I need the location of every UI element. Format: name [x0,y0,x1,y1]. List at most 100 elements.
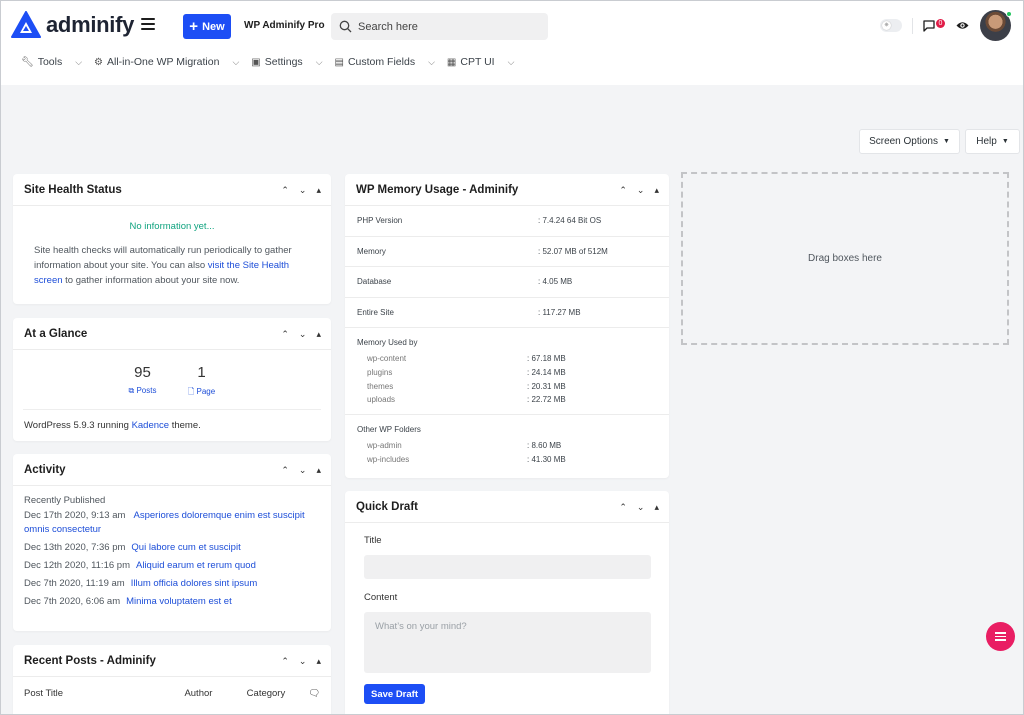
memory-row-label: Entire Site [357,307,394,317]
search-input[interactable] [358,20,538,33]
menu-item-label: CPT UI [460,56,495,68]
collapse-icon[interactable]: ▴ [316,329,321,340]
move-down-icon[interactable]: ⌄ [299,185,307,196]
screen-options-label: Screen Options [869,136,938,147]
activity-post-link[interactable]: Qui labore cum et suscipit [131,541,240,555]
hamburger-menu-icon[interactable] [141,18,155,30]
screen-options-button[interactable]: Screen Options ▼ [859,129,960,154]
draft-title-input[interactable] [364,555,651,579]
activity-post-link[interactable]: Illum officia dolores sint ipsum [131,577,258,591]
cpt-icon: ▦ [446,56,457,68]
widget-header[interactable]: Quick Draft ⌃ ⌄ ▴ [345,491,669,523]
divider [912,18,913,34]
new-button[interactable]: + New [183,14,231,39]
content-label: Content [364,592,398,603]
activity-post-link[interactable]: Aliquid earum et rerum quod [136,559,256,573]
user-avatar[interactable] [980,10,1012,41]
posts-link[interactable]: ⧉ Posts [120,386,165,396]
app-window: adminify + New WP Adminify Pro ✷ 0 🔧︎ To… [0,0,1024,715]
memory-row-value: : 4.05 MB [538,277,573,287]
menu-item-cpt-ui[interactable]: ▦ CPT UI ⌵ [447,56,515,68]
theme-link[interactable]: Kadence [132,420,170,431]
memory-row-label: PHP Version [357,216,403,226]
chevron-down-icon: ⌵ [75,56,83,67]
caret-down-icon: ▼ [943,138,950,145]
floating-menu-button[interactable] [986,622,1015,651]
activity-post-link[interactable]: Minima voluptatem est et [126,595,232,609]
widget-header[interactable]: At a Glance ⌃ ⌄ ▴ [13,318,331,350]
memory-sub-row: wp-includes: 41.30 MB [357,452,657,466]
widget-header[interactable]: Recent Posts - Adminify ⌃ ⌄ ▴ [13,645,331,677]
move-up-icon[interactable]: ⌃ [619,185,627,196]
move-down-icon[interactable]: ⌄ [637,185,645,196]
chevron-down-icon: ⌵ [232,56,240,67]
wrench-icon: 🔧︎ [21,56,34,68]
search-box[interactable] [331,13,548,40]
column-header-post-title[interactable]: Post Title [24,688,184,699]
move-down-icon[interactable]: ⌄ [299,465,307,476]
theme-suffix-text: theme. [169,420,201,431]
table-header-row: Post Title Author Category 🗨︎ [13,677,331,709]
dark-mode-toggle[interactable]: ✷ [880,19,902,32]
collapse-icon[interactable]: ▴ [316,656,321,667]
widget-header[interactable]: Site Health Status ⌃ ⌄ ▴ [13,174,331,206]
wordpress-version-text: WordPress 5.9.3 running Kadence theme. [13,410,331,441]
admin-menubar: 🔧︎ Tools ⌵ ⚙ All-in-One WP Migration ⌵ ▣… [21,56,526,68]
column-header-author[interactable]: Author [184,688,246,699]
memory-sub-label: uploads [367,395,396,405]
menu-item-tools[interactable]: 🔧︎ Tools ⌵ [21,56,82,68]
comments-button[interactable]: 0 [923,19,945,33]
site-health-widget: Site Health Status ⌃ ⌄ ▴ No information ye… [13,174,331,304]
recently-published-label: Recently Published [24,495,106,506]
move-down-icon[interactable]: ⌄ [299,329,307,340]
widget-header[interactable]: WP Memory Usage - Adminify ⌃ ⌄ ▴ [345,174,669,206]
memory-row-label: Database [357,277,392,287]
activity-item: Dec 13th 2020, 7:36 pm Qui labore cum et… [24,541,320,555]
column-header-category[interactable]: Category [247,688,308,699]
menu-item-settings[interactable]: ▣ Settings ⌵ [251,56,322,68]
memory-sub-value: : 41.30 MB [527,454,566,464]
activity-date: Dec 7th 2020, 11:19 am [24,578,125,589]
move-up-icon[interactable]: ⌃ [281,465,289,476]
move-up-icon[interactable]: ⌃ [281,329,289,340]
widget-title: Recent Posts - Adminify [24,654,156,667]
menu-item-custom-fields[interactable]: ▤ Custom Fields ⌵ [335,56,435,68]
posts-stat[interactable]: 95 ⧉ Posts [120,364,165,400]
pages-label: Page [196,387,216,396]
top-bar: adminify + New WP Adminify Pro ✷ 0 🔧︎ To… [1,1,1023,85]
widget-header[interactable]: Activity ⌃ ⌄ ▴ [13,454,331,486]
pages-link[interactable]: 🗋︎ Page [179,386,224,400]
move-up-icon[interactable]: ⌃ [281,185,289,196]
logo-text: adminify [46,12,135,37]
plus-icon: + [189,18,199,35]
move-up-icon[interactable]: ⌃ [281,656,289,667]
draft-content-textarea[interactable] [364,612,651,673]
widget-title: At a Glance [24,327,88,340]
drag-boxes-drop-zone[interactable]: Drag boxes here [681,172,1009,345]
menu-item-all-in-one-wp-migration[interactable]: ⚙ All-in-One WP Migration ⌵ [94,56,239,68]
move-down-icon[interactable]: ⌄ [637,502,645,513]
activity-date: Dec 7th 2020, 6:06 am [24,596,121,607]
memory-sub-value: : 67.18 MB [527,354,566,364]
pages-stat[interactable]: 1 🗋︎ Page [179,364,224,400]
site-name-link[interactable]: WP Adminify Pro [244,20,325,31]
help-button[interactable]: Help ▼ [965,129,1020,154]
collapse-icon[interactable]: ▴ [654,502,659,513]
move-down-icon[interactable]: ⌄ [299,656,307,667]
eye-icon[interactable] [956,20,969,31]
memory-group-title: Other WP Folders [357,424,421,434]
posts-label: Posts [136,386,157,395]
collapse-icon[interactable]: ▴ [654,185,659,196]
collapse-icon[interactable]: ▴ [316,185,321,196]
save-draft-button[interactable]: Save Draft [364,684,425,704]
quick-draft-widget: Quick Draft ⌃ ⌄ ▴ Title Content Save Draft [345,491,669,714]
widget-title: Quick Draft [356,500,418,513]
memory-row: PHP Version: 7.4.24 64 Bit OS [345,206,669,237]
settings-icon: ▣ [251,56,261,68]
collapse-icon[interactable]: ▴ [316,465,321,476]
drop-zone-label: Drag boxes here [808,253,882,264]
logo[interactable]: adminify [11,11,134,39]
table-icon: ▤ [334,56,344,68]
move-up-icon[interactable]: ⌃ [619,502,627,513]
menu-item-label: Tools [37,56,63,68]
